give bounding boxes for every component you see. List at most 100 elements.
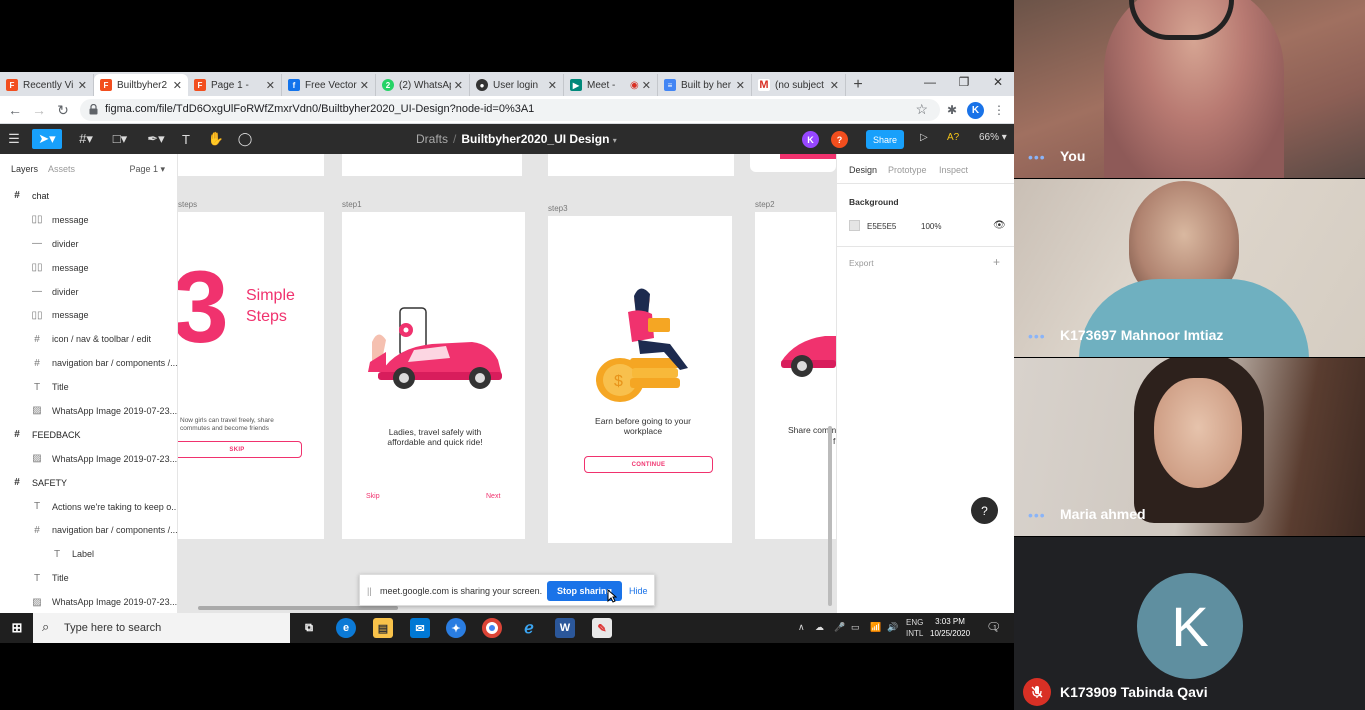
- close-icon[interactable]: ✕: [642, 79, 651, 92]
- window-close-icon[interactable]: ✕: [981, 72, 1014, 92]
- layer-row[interactable]: # icon / nav & toolbar / edit: [0, 327, 177, 351]
- vertical-scrollbar[interactable]: [828, 426, 832, 606]
- wifi-icon[interactable]: 📶: [870, 622, 881, 633]
- breadcrumb-drafts[interactable]: Drafts: [416, 132, 448, 146]
- url-field[interactable]: figma.com/file/TdD6OxgUlFoRWfZmxrVdn0/Bu…: [80, 99, 940, 121]
- comment-tool-icon[interactable]: ◯: [231, 129, 259, 149]
- hand-tool-icon[interactable]: ✋: [202, 129, 230, 149]
- onedrive-icon[interactable]: ☁: [815, 622, 824, 633]
- browser-tab-9[interactable]: M (no subject ✕: [752, 74, 846, 96]
- taskbar-clock[interactable]: 3:03 PM 10/25/2020: [930, 616, 970, 640]
- minimize-icon[interactable]: —: [913, 72, 947, 92]
- safari-icon[interactable]: ✦: [446, 618, 466, 638]
- mic-tray-icon[interactable]: 🎤: [834, 622, 845, 633]
- present-icon[interactable]: ▷: [920, 132, 928, 143]
- layer-row[interactable]: T Actions we're taking to keep o...: [0, 495, 177, 519]
- browser-tab-8[interactable]: ≡ Built by her ✕: [658, 74, 752, 96]
- layer-row[interactable]: ▨ WhatsApp Image 2019-07-23...: [0, 399, 177, 423]
- frame-label[interactable]: step2: [755, 200, 775, 209]
- restore-icon[interactable]: ❐: [947, 72, 981, 92]
- layer-row[interactable]: T Title: [0, 375, 177, 399]
- browser-tab-2[interactable]: F Builtbyher2 ✕: [94, 74, 188, 96]
- ab-test-label[interactable]: A?: [947, 132, 959, 143]
- step2-frame[interactable]: Share comm f: [755, 212, 836, 539]
- browser-tab-4[interactable]: f Free Vector ✕: [282, 74, 376, 96]
- text-tool-icon[interactable]: T: [172, 129, 200, 149]
- horizontal-scrollbar[interactable]: [198, 606, 398, 610]
- layer-row[interactable]: ▯▯ message: [0, 256, 177, 280]
- browser-tab-1[interactable]: F Recently Vi ✕: [0, 74, 94, 96]
- close-icon[interactable]: ✕: [830, 79, 839, 92]
- collaborator-avatar[interactable]: ?: [831, 131, 848, 148]
- battery-icon[interactable]: ▭: [851, 622, 860, 633]
- frame-label[interactable]: step3: [548, 204, 568, 213]
- windows-start-icon[interactable]: ⊞: [7, 618, 27, 638]
- background-opacity[interactable]: 100%: [921, 222, 941, 231]
- background-swatch[interactable]: [849, 220, 860, 231]
- edge-icon[interactable]: e: [336, 618, 356, 638]
- layer-row[interactable]: # SAFETY: [0, 471, 177, 495]
- layer-row[interactable]: T Label: [0, 542, 177, 566]
- frame-tool-icon[interactable]: #▾: [72, 129, 100, 149]
- background-hex[interactable]: E5E5E5: [867, 222, 896, 231]
- step3-frame[interactable]: $ Earn before going to your workplace CO…: [548, 216, 732, 543]
- back-icon[interactable]: ←: [6, 101, 24, 119]
- move-tool-icon[interactable]: ➤▾: [32, 129, 62, 149]
- forward-icon[interactable]: →: [30, 101, 48, 119]
- file-name[interactable]: Builtbyher2020_UI Design: [461, 132, 609, 146]
- layers-tab[interactable]: Layers: [11, 164, 38, 174]
- pen-tool-icon[interactable]: ✒▾: [142, 129, 170, 149]
- new-tab-button[interactable]: +: [846, 74, 870, 96]
- tray-expand-icon[interactable]: ∧: [798, 622, 805, 633]
- layer-row[interactable]: # navigation bar / components /...: [0, 351, 177, 375]
- chevron-down-icon[interactable]: ▾: [613, 136, 617, 145]
- shape-tool-icon[interactable]: □▾: [106, 129, 134, 149]
- file-explorer-icon[interactable]: ▤: [373, 618, 393, 638]
- layer-row[interactable]: # FEEDBACK: [0, 423, 177, 447]
- close-icon[interactable]: ✕: [454, 79, 463, 92]
- layer-row[interactable]: # chat: [0, 184, 177, 208]
- assets-tab[interactable]: Assets: [48, 164, 75, 174]
- bookmark-star-icon[interactable]: ☆: [915, 101, 928, 118]
- volume-icon[interactable]: 🔊: [887, 622, 898, 633]
- ie-icon[interactable]: ℯ: [519, 618, 539, 638]
- close-icon[interactable]: ✕: [548, 79, 557, 92]
- tab-inspect[interactable]: Inspect: [939, 165, 968, 175]
- participant-tile-maria[interactable]: ••• Maria ahmed: [1014, 358, 1365, 536]
- step1-frame[interactable]: Ladies, travel safely with affordable an…: [342, 212, 525, 539]
- step1-next-link[interactable]: Next: [486, 493, 500, 500]
- hide-button[interactable]: Hide: [629, 586, 648, 596]
- add-export-icon[interactable]: +: [993, 255, 1000, 269]
- paint-icon[interactable]: ✎: [592, 618, 612, 638]
- layer-row[interactable]: ▯▯ message: [0, 303, 177, 327]
- extensions-icon[interactable]: ✱: [943, 101, 961, 119]
- main-menu-icon[interactable]: ☰: [0, 129, 28, 149]
- continue-button[interactable]: CONTINUE: [584, 456, 713, 473]
- layer-row[interactable]: — divider: [0, 232, 177, 256]
- tab-prototype[interactable]: Prototype: [888, 165, 927, 175]
- layer-row[interactable]: T Title: [0, 566, 177, 590]
- task-view-icon[interactable]: ⧉: [299, 618, 319, 638]
- chrome-icon[interactable]: [482, 618, 502, 638]
- zoom-level[interactable]: 66% ▾: [979, 132, 1007, 143]
- close-icon[interactable]: ✕: [78, 79, 87, 92]
- close-icon[interactable]: ✕: [173, 79, 182, 92]
- participant-tile-tabinda[interactable]: K K173909 Tabinda Qavi: [1014, 537, 1365, 710]
- layer-row[interactable]: ▨ WhatsApp Image 2019-07-23...: [0, 447, 177, 471]
- eye-icon[interactable]: 👁: [993, 220, 1006, 231]
- frame-label[interactable]: steps: [178, 200, 197, 209]
- language-indicator[interactable]: ENG INTL: [906, 617, 923, 639]
- frame-label[interactable]: step1: [342, 200, 362, 209]
- close-icon[interactable]: ✕: [736, 79, 745, 92]
- drag-handle-icon[interactable]: ||: [367, 586, 372, 596]
- menu-dots-icon[interactable]: ⋮: [990, 101, 1008, 119]
- close-icon[interactable]: ✕: [266, 79, 275, 92]
- browser-tab-5[interactable]: 2 (2) WhatsAp ✕: [376, 74, 470, 96]
- browser-tab-3[interactable]: F Page 1 - ✕: [188, 74, 282, 96]
- skip-button[interactable]: SKIP: [178, 441, 302, 458]
- steps-frame[interactable]: 3 Simple Steps Now girls can travel free…: [178, 212, 324, 539]
- layer-row[interactable]: — divider: [0, 280, 177, 304]
- word-icon[interactable]: W: [555, 618, 575, 638]
- page-selector[interactable]: Page 1 ▾: [129, 164, 165, 175]
- reload-icon[interactable]: ↻: [54, 101, 72, 119]
